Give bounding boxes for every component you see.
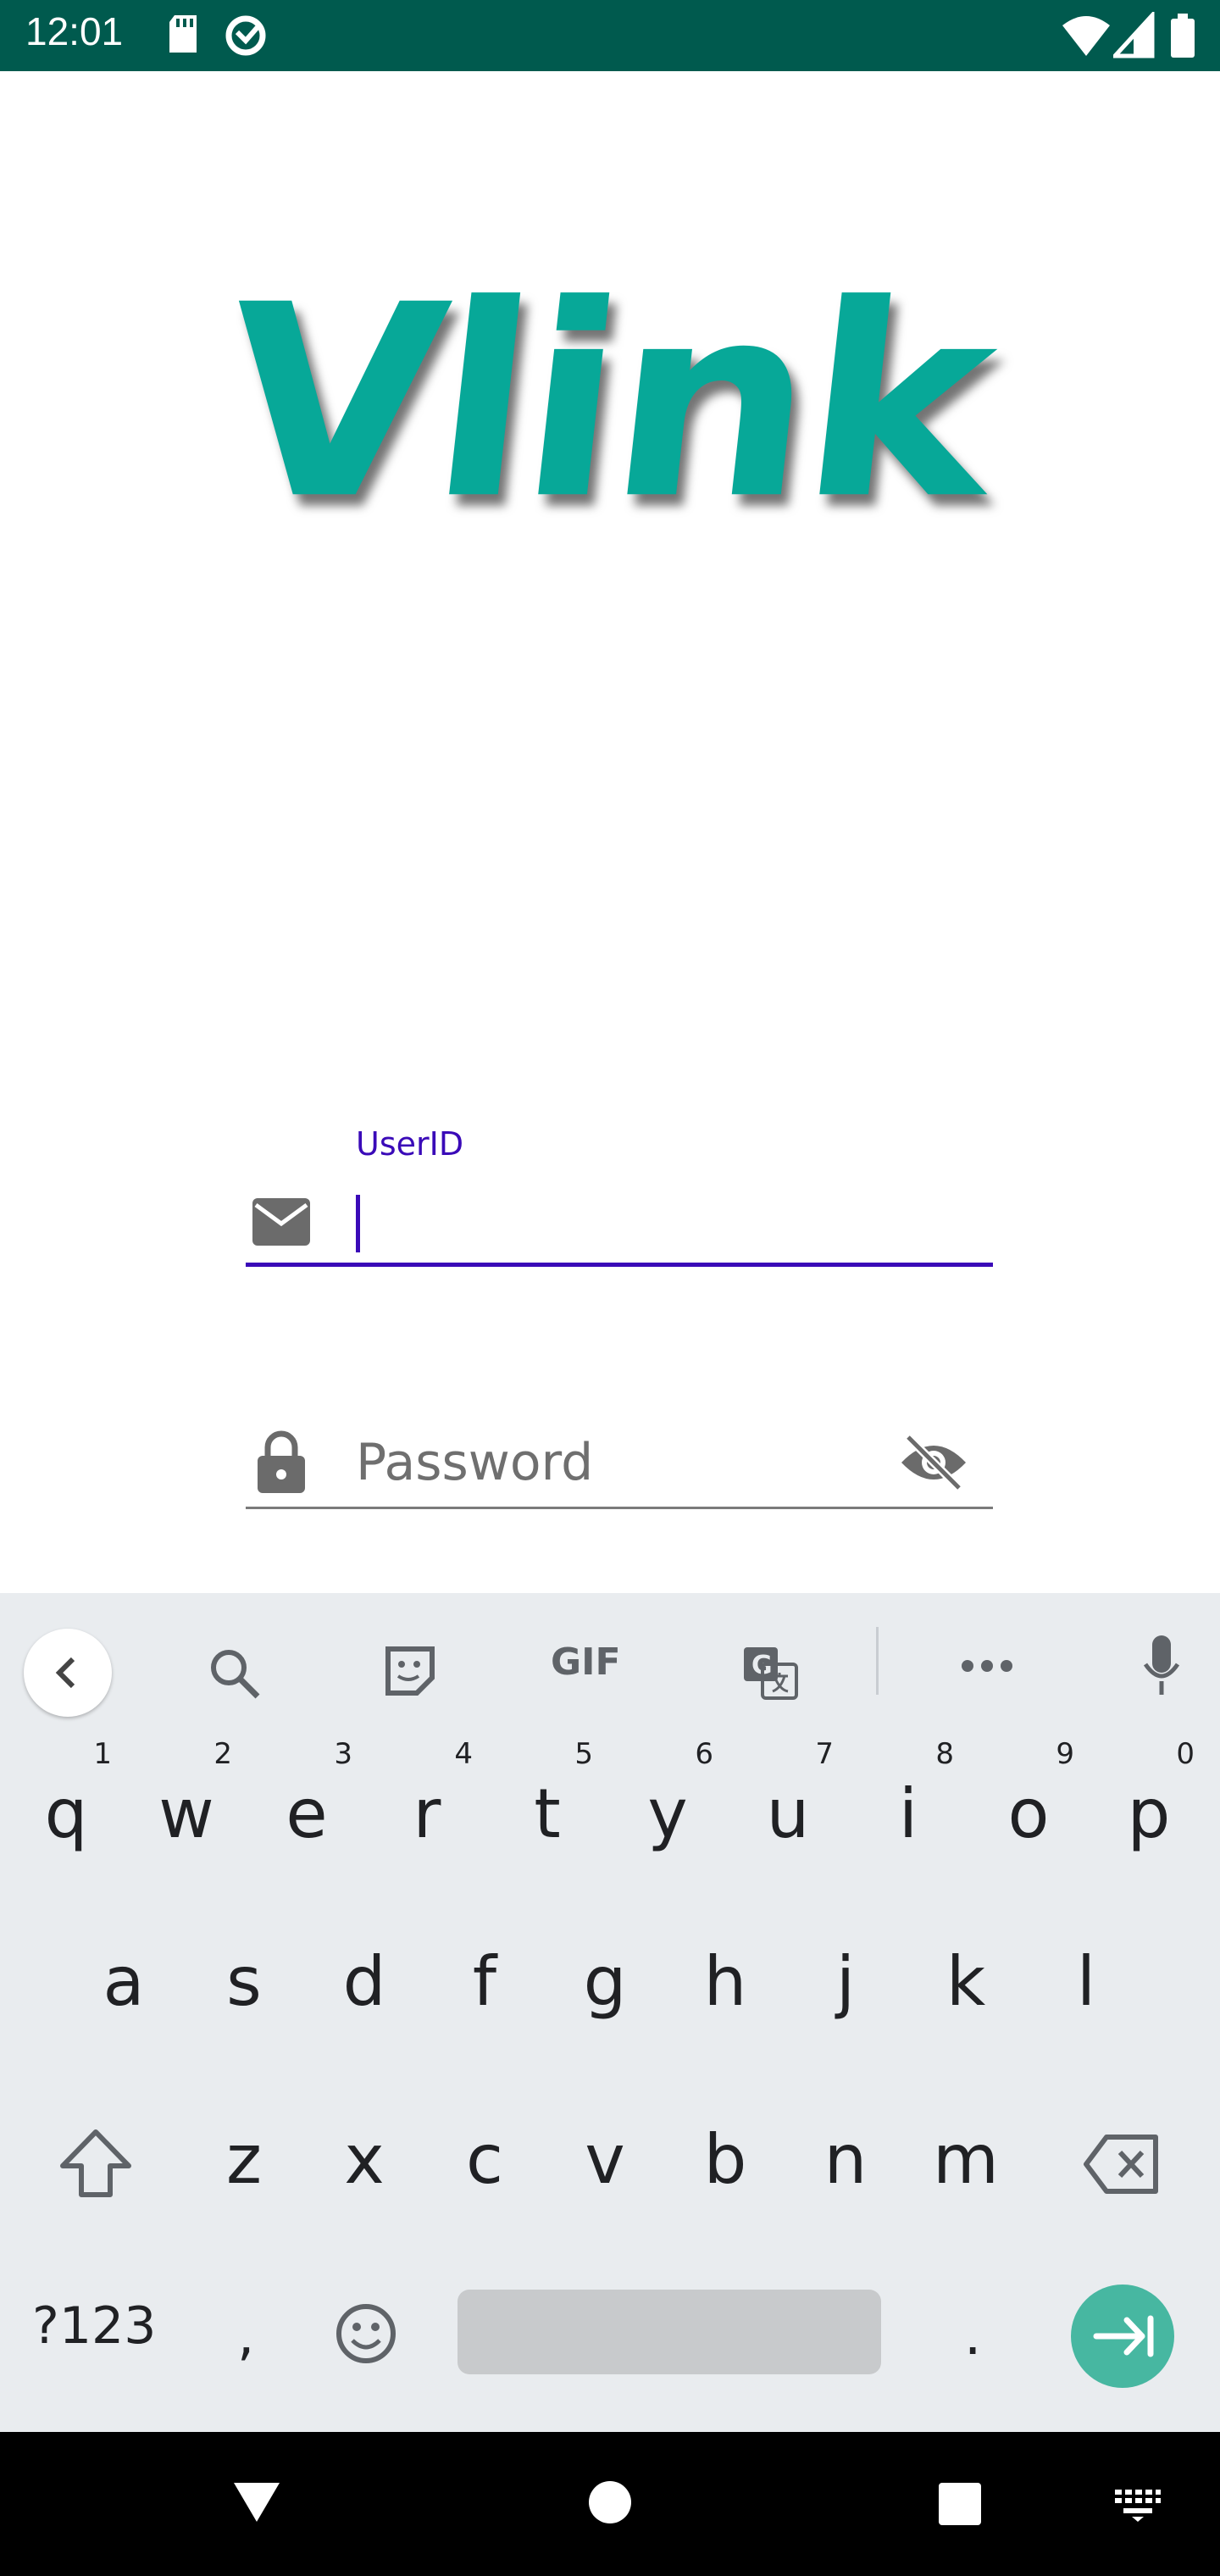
battery-icon <box>1167 12 1198 63</box>
home-circle-icon[interactable] <box>587 2479 633 2529</box>
key-i[interactable]: 8i <box>849 1729 968 1881</box>
mic-icon[interactable] <box>1142 1634 1181 1702</box>
key-a[interactable]: a <box>64 1924 183 2076</box>
shift-icon[interactable] <box>58 2127 134 2203</box>
more-icon[interactable] <box>959 1657 1015 1678</box>
lock-icon <box>254 1429 308 1500</box>
key-w[interactable]: 2w <box>127 1729 246 1881</box>
app-logo: Vlink <box>208 247 1003 558</box>
key-x[interactable]: x <box>305 2101 424 2254</box>
password-field[interactable] <box>356 1429 864 1496</box>
search-icon[interactable] <box>205 1644 263 1705</box>
backspace-icon[interactable] <box>1083 2132 1161 2200</box>
key-q[interactable]: 1q <box>7 1729 125 1881</box>
back-triangle-icon[interactable] <box>230 2479 283 2529</box>
keyboard-toolbar: GIF G <box>0 1593 1220 1729</box>
toolbar-divider <box>876 1627 879 1695</box>
next-key[interactable] <box>1071 2285 1174 2388</box>
key-c[interactable]: c <box>425 2101 544 2254</box>
mail-icon <box>251 1196 312 1251</box>
key-p[interactable]: 0p <box>1090 1729 1208 1881</box>
key-f[interactable]: f <box>425 1924 544 2076</box>
key-g[interactable]: g <box>546 1924 664 2076</box>
key-o[interactable]: 9o <box>969 1729 1088 1881</box>
status-time: 12:01 <box>25 9 124 53</box>
key-d[interactable]: d <box>305 1924 424 2076</box>
spacebar[interactable] <box>458 2290 881 2374</box>
userid-field[interactable] <box>356 1195 360 1252</box>
key-period[interactable]: . <box>964 2305 981 2368</box>
key-j[interactable]: j <box>786 1924 905 2076</box>
key-u[interactable]: 7u <box>729 1729 847 1881</box>
tab-next-icon <box>1093 2315 1154 2357</box>
key-m[interactable]: m <box>907 2101 1025 2254</box>
data-saver-icon <box>222 12 269 63</box>
recents-square-icon[interactable] <box>937 2481 983 2530</box>
signal-icon <box>1110 9 1156 63</box>
sd-card-icon <box>166 12 200 59</box>
key-comma[interactable]: , <box>237 2305 254 2368</box>
userid-underline <box>246 1263 993 1267</box>
back-chevron-icon[interactable] <box>24 1629 112 1717</box>
eye-off-icon[interactable] <box>898 1432 969 1496</box>
translate-icon[interactable]: G <box>740 1644 800 1705</box>
key-l[interactable]: l <box>1027 1924 1145 2076</box>
gif-icon[interactable]: GIF <box>551 1641 621 1684</box>
key-s[interactable]: s <box>185 1924 303 2076</box>
sticker-icon[interactable] <box>383 1644 437 1702</box>
key-t[interactable]: 5t <box>488 1729 607 1881</box>
key-h[interactable]: h <box>666 1924 785 2076</box>
key-z[interactable]: z <box>185 2101 303 2254</box>
key-v[interactable]: v <box>546 2101 664 2254</box>
keyboard-switch-icon[interactable] <box>1113 2488 1162 2525</box>
userid-label: UserID <box>356 1125 464 1163</box>
wifi-icon <box>1061 12 1112 63</box>
key-k[interactable]: k <box>907 1924 1025 2076</box>
status-bar: 12:01 <box>0 0 1220 71</box>
key-n[interactable]: n <box>786 2101 905 2254</box>
key-e[interactable]: 3e <box>247 1729 366 1881</box>
key-r[interactable]: 4r <box>368 1729 486 1881</box>
navigation-bar <box>0 2432 1220 2576</box>
key-b[interactable]: b <box>666 2101 785 2254</box>
emoji-icon[interactable] <box>334 2301 398 2369</box>
symbols-key[interactable]: ?123 <box>32 2296 156 2356</box>
password-underline <box>246 1507 993 1509</box>
key-y[interactable]: 6y <box>608 1729 727 1881</box>
